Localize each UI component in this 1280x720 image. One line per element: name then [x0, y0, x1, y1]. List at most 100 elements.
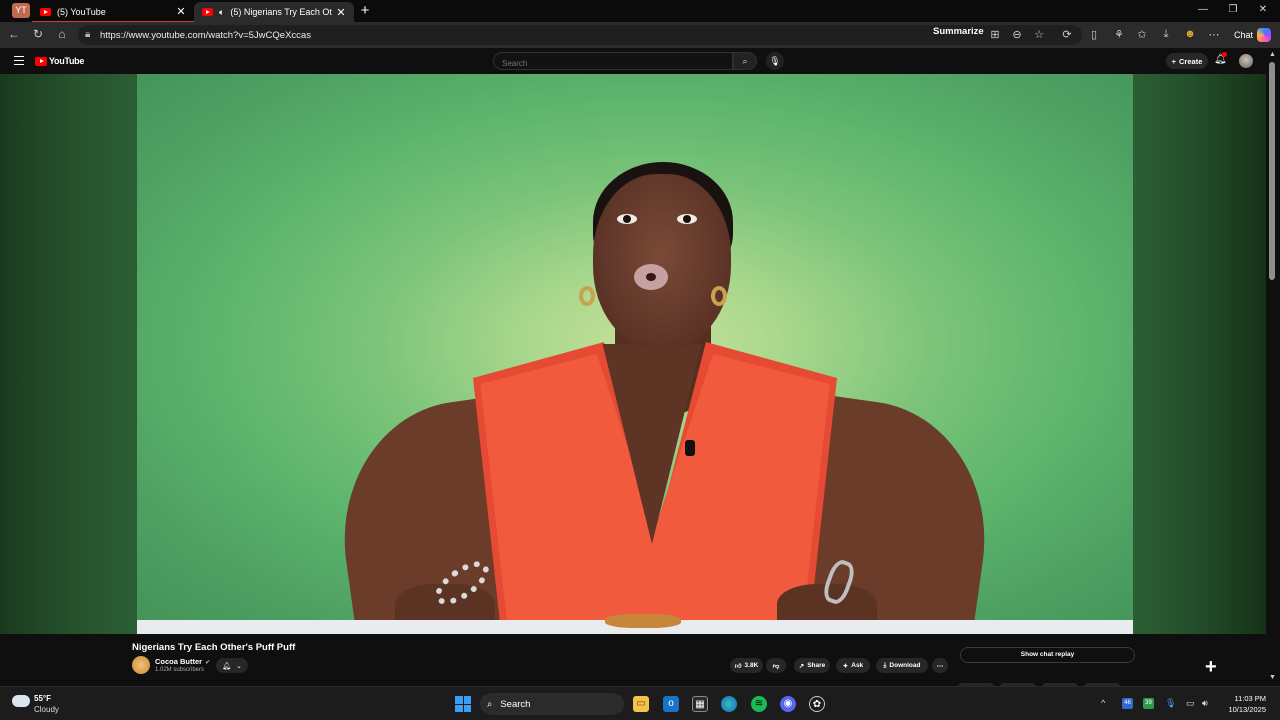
subscription-bell-button[interactable]: 🔔︎ ⌄ [216, 658, 248, 673]
close-tab-icon[interactable]: ✕ [176, 5, 186, 18]
video-frame[interactable] [137, 74, 1133, 634]
taskbar-search[interactable]: ⌕ Search [480, 693, 624, 715]
channel-name-row[interactable]: Cocoa Butter ✔ [155, 657, 210, 666]
channel-name[interactable]: Cocoa Butter [155, 657, 202, 666]
verified-check-icon: ✔ [205, 660, 211, 666]
download-button[interactable]: ⤓ Download [876, 658, 928, 673]
hamburger-menu-icon[interactable] [14, 56, 24, 68]
create-button[interactable]: + Create [1166, 53, 1208, 69]
taskbar-time[interactable]: 11:03 PM [1222, 694, 1266, 703]
youtube-favicon-icon [202, 8, 213, 16]
edge-icon[interactable] [721, 696, 737, 712]
share-icon: ↗ [798, 662, 805, 670]
show-hidden-icons-chevron-icon[interactable]: ^ [1101, 698, 1105, 708]
video-earring-left [579, 286, 595, 306]
scroll-up-arrow-icon[interactable]: ▲ [1269, 51, 1276, 58]
tab-video[interactable]: 🔈︎ (5) Nigerians Try Each Other ✕ [194, 2, 354, 22]
page-scrollbar[interactable]: ▲ ▼ [1266, 48, 1280, 686]
outlook-icon[interactable]: o [663, 696, 679, 712]
search-icon: ⌕ [487, 698, 493, 710]
dislike-button[interactable]: 👎︎ [766, 658, 786, 673]
taskbar-date[interactable]: 10/13/2025 [1218, 705, 1266, 714]
show-chat-replay-button[interactable]: Show chat replay [960, 647, 1135, 663]
tab-youtube-home[interactable]: (5) YouTube ✕ [32, 2, 194, 22]
minimize-button[interactable]: — [1196, 4, 1210, 15]
close-tab-icon[interactable]: ✕ [336, 6, 346, 19]
like-count: 3.8K [744, 662, 759, 669]
lock-icon[interactable]: 🔒︎ [85, 29, 90, 40]
refresh-button[interactable]: ↻ [30, 27, 46, 41]
downloads-icon[interactable]: ⤓ [1159, 28, 1173, 41]
search-button[interactable]: ⌕ [733, 52, 757, 70]
more-menu-icon[interactable]: ⋯ [1207, 28, 1221, 41]
browser-profile-badge[interactable]: YT [12, 3, 30, 18]
favorites-icon[interactable]: ✩ [1135, 28, 1149, 41]
chat-button[interactable]: Chat [1230, 25, 1274, 45]
url-text[interactable]: https://www.youtube.com/watch?v=5JwCQeXc… [100, 30, 311, 41]
file-explorer-icon[interactable]: ▭ [633, 696, 649, 712]
search-input[interactable] [494, 55, 714, 72]
youtube-header: YouTube ⌕ 🎙︎ + Create 🔔︎ [0, 48, 1266, 74]
youtube-logo-text: YouTube [49, 56, 85, 66]
start-button-icon[interactable] [455, 696, 471, 712]
search-field[interactable] [493, 52, 733, 72]
chatgpt-icon[interactable]: ✿ [809, 696, 825, 712]
download-icon: ⤓ [883, 661, 887, 669]
video-face [593, 174, 731, 350]
ask-button[interactable]: ✦ Ask [836, 658, 870, 673]
plus-icon: + [1171, 56, 1177, 66]
browser-tab-strip: YT (5) YouTube ✕ 🔈︎ (5) Nigerians Try Ea… [0, 0, 1280, 22]
scroll-down-arrow-icon[interactable]: ▼ [1269, 674, 1276, 681]
youtube-logo[interactable]: YouTube [35, 56, 84, 66]
more-actions-button[interactable]: ⋯ [932, 658, 948, 673]
create-label: Create [1179, 56, 1203, 66]
bell-icon: 🔔︎ [222, 662, 231, 670]
account-avatar[interactable] [1239, 54, 1253, 68]
zoom-icon[interactable]: ⊖ [1010, 28, 1024, 41]
app-available-icon[interactable]: ⊞ [988, 28, 1002, 41]
plus-icon[interactable]: + [1205, 656, 1217, 679]
copilot-vision-icon[interactable]: ⚘ [1112, 28, 1126, 41]
video-puff-puff [605, 614, 681, 628]
weather-condition[interactable]: Cloudy [34, 705, 59, 714]
address-bar[interactable]: 🔒︎ https://www.youtube.com/watch?v=5JwCQ… [78, 25, 1082, 45]
split-screen-icon[interactable]: ▯ [1087, 28, 1101, 41]
video-earring-right [711, 286, 727, 306]
network-icon[interactable]: ▭ [1186, 698, 1195, 709]
discord-icon[interactable]: ◉ [780, 696, 796, 712]
favorite-star-icon[interactable]: ☆ [1032, 28, 1046, 41]
thumbs-down-icon: 👎︎ [772, 662, 780, 670]
search-icon: ⌕ [742, 56, 748, 66]
like-button[interactable]: 👍︎ 3.8K [730, 658, 763, 673]
extensions-icon[interactable]: ⟳ [1060, 28, 1074, 41]
more-dots-icon: ⋯ [936, 662, 944, 670]
cloud-icon[interactable] [12, 695, 30, 707]
video-title: Nigerians Try Each Other's Puff Puff [132, 642, 296, 653]
weather-temperature[interactable]: 55°F [34, 694, 51, 703]
restore-button[interactable]: ❐ [1226, 4, 1240, 15]
share-button[interactable]: ↗ Share [794, 658, 830, 673]
close-window-button[interactable]: ✕ [1256, 4, 1270, 15]
sparkle-icon: ✦ [842, 662, 849, 670]
scrollbar-thumb[interactable] [1269, 62, 1275, 280]
chevron-down-icon: ⌄ [236, 662, 242, 670]
copilot-icon [1257, 28, 1272, 42]
volume-icon[interactable]: 🔊︎ [1202, 698, 1208, 709]
channel-avatar[interactable] [132, 656, 150, 674]
speaker-icon[interactable]: 🔈︎ [219, 7, 224, 18]
notification-badge [1222, 52, 1227, 57]
tray-badge-b[interactable]: 39 [1143, 698, 1154, 709]
tray-badge-a[interactable]: 46 [1122, 698, 1133, 709]
new-tab-button[interactable]: + [358, 2, 372, 19]
tab-title: (5) YouTube [57, 6, 106, 17]
home-button[interactable]: ⌂ [54, 27, 70, 41]
recommendation-chips[interactable] [958, 678, 1138, 686]
microphone-tray-icon[interactable]: 🎙︎ [1165, 698, 1176, 709]
back-button[interactable]: ← [6, 27, 22, 41]
profile-avatar-icon[interactable]: ☻ [1183, 28, 1197, 40]
voice-search-button[interactable]: 🎙︎ [766, 52, 784, 70]
store-icon[interactable]: ▦ [692, 696, 708, 712]
summarize-button[interactable]: Summarize [933, 26, 984, 37]
tab-title: (5) Nigerians Try Each Other [230, 7, 332, 17]
spotify-icon[interactable]: ≋ [751, 696, 767, 712]
